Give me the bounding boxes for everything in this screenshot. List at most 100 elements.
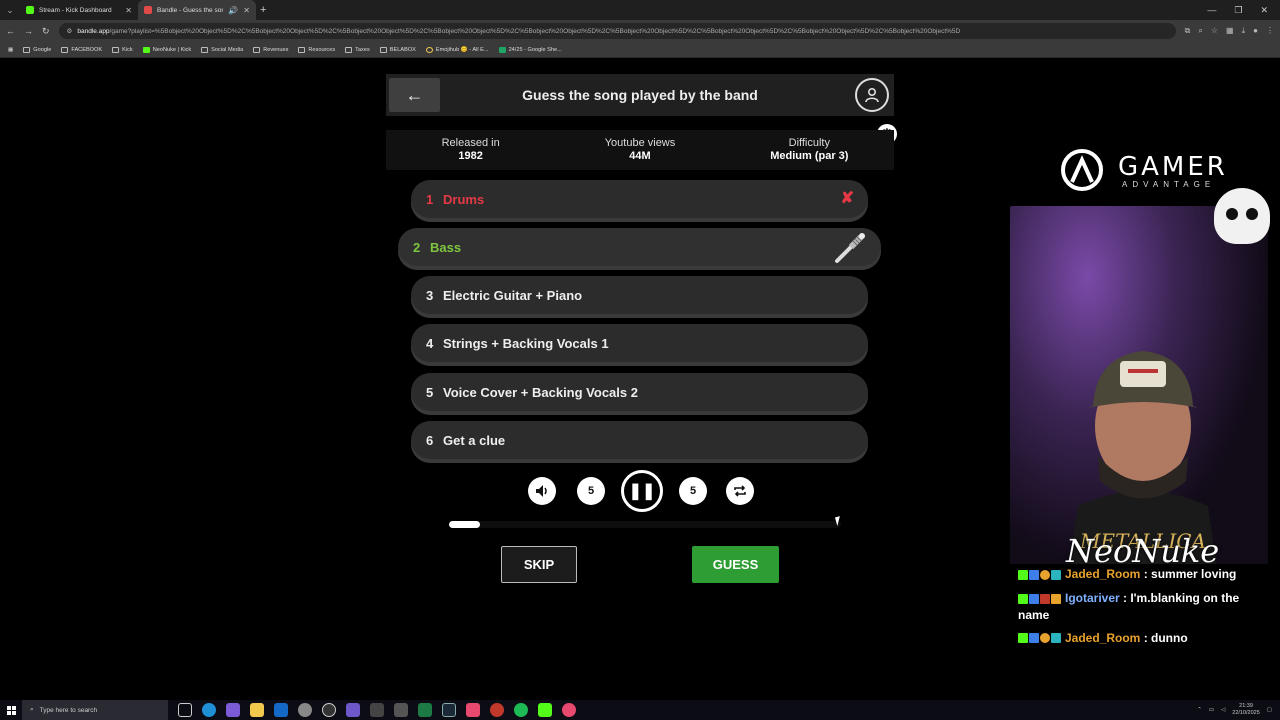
app-icon[interactable] [394, 703, 408, 717]
track-number: 2 [413, 239, 421, 255]
folder-icon [23, 46, 31, 53]
maximize-icon[interactable]: ❐ [1234, 5, 1242, 16]
tab-title: Stream - Kick Dashboard [39, 6, 112, 14]
search-icon: ⌕ [30, 706, 34, 713]
song-info: Released in 1982 Youtube views 44M Diffi… [386, 130, 894, 170]
reload-icon[interactable]: ↻ [42, 26, 50, 37]
bookmark-resources[interactable]: Resources [298, 46, 335, 53]
tray-chevron-icon[interactable]: ⌃ [1197, 707, 1202, 713]
bandle-favicon-icon [144, 6, 152, 14]
kick-badge-icon [1018, 633, 1028, 644]
track-drums[interactable]: 1 Drums ✘ [411, 180, 868, 218]
zoom-icon[interactable]: ⌕ [1198, 26, 1202, 36]
sub-badge-icon [1040, 633, 1050, 644]
bookmark-kick[interactable]: Kick [112, 46, 133, 53]
tab-search-icon[interactable]: ⌄ [0, 5, 20, 16]
forward-5-button[interactable]: 5 [679, 477, 707, 505]
track-get-a-clue[interactable]: 6 Get a clue [411, 421, 868, 459]
bookmark-revenues[interactable]: Revenues [253, 46, 288, 53]
kick-icon[interactable] [538, 703, 552, 717]
start-button[interactable] [0, 705, 22, 715]
bookmark-taxes[interactable]: Taxes [345, 46, 370, 53]
sidebar-icon[interactable]: ▦ [1226, 26, 1234, 36]
bookmark-neonuke-kick[interactable]: NeoNuke | Kick [142, 46, 191, 53]
windows-taskbar: ⌕ Type here to search ⌃ ▭ ◁ 21:39 22/10/… [0, 700, 1280, 720]
network-icon[interactable]: ▭ [1209, 707, 1214, 713]
back-icon[interactable]: ← [6, 26, 15, 36]
tiktok-icon[interactable] [466, 703, 480, 717]
tab-bandle[interactable]: Bandle - Guess the song, on 🔊 ✕ [138, 0, 256, 20]
bookmark-emojihub[interactable]: Emojihub 😊 - All E... [425, 46, 489, 53]
close-window-icon[interactable]: ✕ [1260, 5, 1268, 16]
arrow-left-icon: ← [405, 84, 424, 105]
address-icons: ⧉ ⌕ ☆ ▦ ⤓ ● ⋮ [1185, 26, 1274, 36]
address-bar-row: ← → ↻ ⚙ bandle.app/game?playlist=%5Bobje… [0, 20, 1280, 42]
track-bass[interactable]: 2 Bass [398, 228, 881, 266]
url-field[interactable]: ⚙ bandle.app/game?playlist=%5Bobject%20O… [58, 23, 1176, 39]
track-label: Strings + Backing Vocals 1 [443, 335, 609, 351]
pause-icon: ❚❚ [628, 483, 656, 500]
forward-icon[interactable]: → [24, 26, 33, 36]
bookmark-belabox[interactable]: BELABOX [379, 46, 416, 53]
repeat-button[interactable] [726, 477, 754, 505]
guess-button[interactable]: GUESS [692, 546, 779, 583]
youtube-views: Youtube views 44M [555, 130, 724, 170]
bookmark-google[interactable]: Google [23, 46, 51, 53]
file-explorer-icon[interactable] [250, 703, 264, 717]
minimize-icon[interactable]: — [1207, 5, 1216, 16]
chat-text: : summer loving [1140, 567, 1237, 581]
obs-icon[interactable] [322, 703, 336, 717]
chat-username: Jaded_Room [1065, 567, 1141, 581]
emoji-icon [425, 46, 433, 53]
apps-icon[interactable]: ▦ [8, 47, 13, 53]
back-button[interactable]: ← [389, 78, 440, 112]
bookmark-google-sheets[interactable]: 24/25 - Google She... [498, 46, 562, 53]
bookmark-star-icon[interactable]: ☆ [1211, 26, 1218, 36]
release-year: Released in 1982 [386, 130, 555, 170]
url-host: bandle.app [77, 27, 110, 35]
download-icon[interactable]: ⤓ [1242, 26, 1246, 36]
notifications-icon[interactable]: ▢ [1267, 707, 1272, 713]
close-tab-icon[interactable]: ✕ [243, 6, 250, 15]
bookmark-facebook[interactable]: FACEBOOK [61, 46, 102, 53]
browser-tabbar: ⌄ Stream - Kick Dashboard ✕ Bandle - Gue… [0, 0, 1280, 20]
close-tab-icon[interactable]: ✕ [125, 6, 132, 15]
profile-icon[interactable]: ● [1253, 26, 1258, 36]
folder-icon [298, 46, 306, 53]
bookmark-social-media[interactable]: Social Media [201, 46, 243, 53]
discord-icon[interactable] [346, 703, 360, 717]
track-strings-backing-vocals[interactable]: 4 Strings + Backing Vocals 1 [411, 324, 868, 362]
track-voice-cover[interactable]: 5 Voice Cover + Backing Vocals 2 [411, 373, 868, 411]
new-tab-button[interactable]: + [260, 4, 266, 16]
profile-button[interactable] [855, 78, 889, 112]
site-info-icon[interactable]: ⚙ [67, 27, 73, 35]
speaker-icon[interactable]: ◁ [1221, 707, 1225, 713]
playback-progress[interactable] [449, 521, 841, 528]
app-icon[interactable] [562, 703, 576, 717]
edge-icon[interactable] [202, 703, 216, 717]
chrome-icon[interactable] [298, 703, 312, 717]
game-header: ← Guess the song played by the band [386, 74, 894, 116]
menu-icon[interactable]: ⋮ [1266, 26, 1274, 36]
play-pause-button[interactable]: ❚❚ [621, 470, 663, 512]
clock[interactable]: 21:39 22/10/2025 [1232, 703, 1260, 717]
spotify-icon[interactable] [514, 703, 528, 717]
taskbar-search[interactable]: ⌕ Type here to search [22, 700, 168, 720]
rewind-5-button[interactable]: 5 [577, 477, 605, 505]
track-electric-guitar-piano[interactable]: 3 Electric Guitar + Piano [411, 276, 868, 314]
steam-icon[interactable] [442, 703, 456, 717]
tab-kick-dashboard[interactable]: Stream - Kick Dashboard ✕ [20, 0, 138, 20]
moderator-badge-icon [1029, 633, 1039, 644]
outlook-icon[interactable] [274, 703, 288, 717]
app-icon[interactable] [370, 703, 384, 717]
task-view-icon[interactable] [178, 703, 192, 717]
clock-time: 21:39 [1239, 703, 1253, 709]
speaker-icon[interactable]: 🔊 [228, 6, 238, 15]
webcam-feed: METALLICA [1010, 206, 1268, 564]
excel-icon[interactable] [418, 703, 432, 717]
volume-button[interactable] [528, 477, 556, 505]
app-icon[interactable] [490, 703, 504, 717]
app-icon[interactable] [226, 703, 240, 717]
extensions-icon[interactable]: ⧉ [1185, 26, 1191, 36]
skip-button[interactable]: SKIP [501, 546, 577, 583]
